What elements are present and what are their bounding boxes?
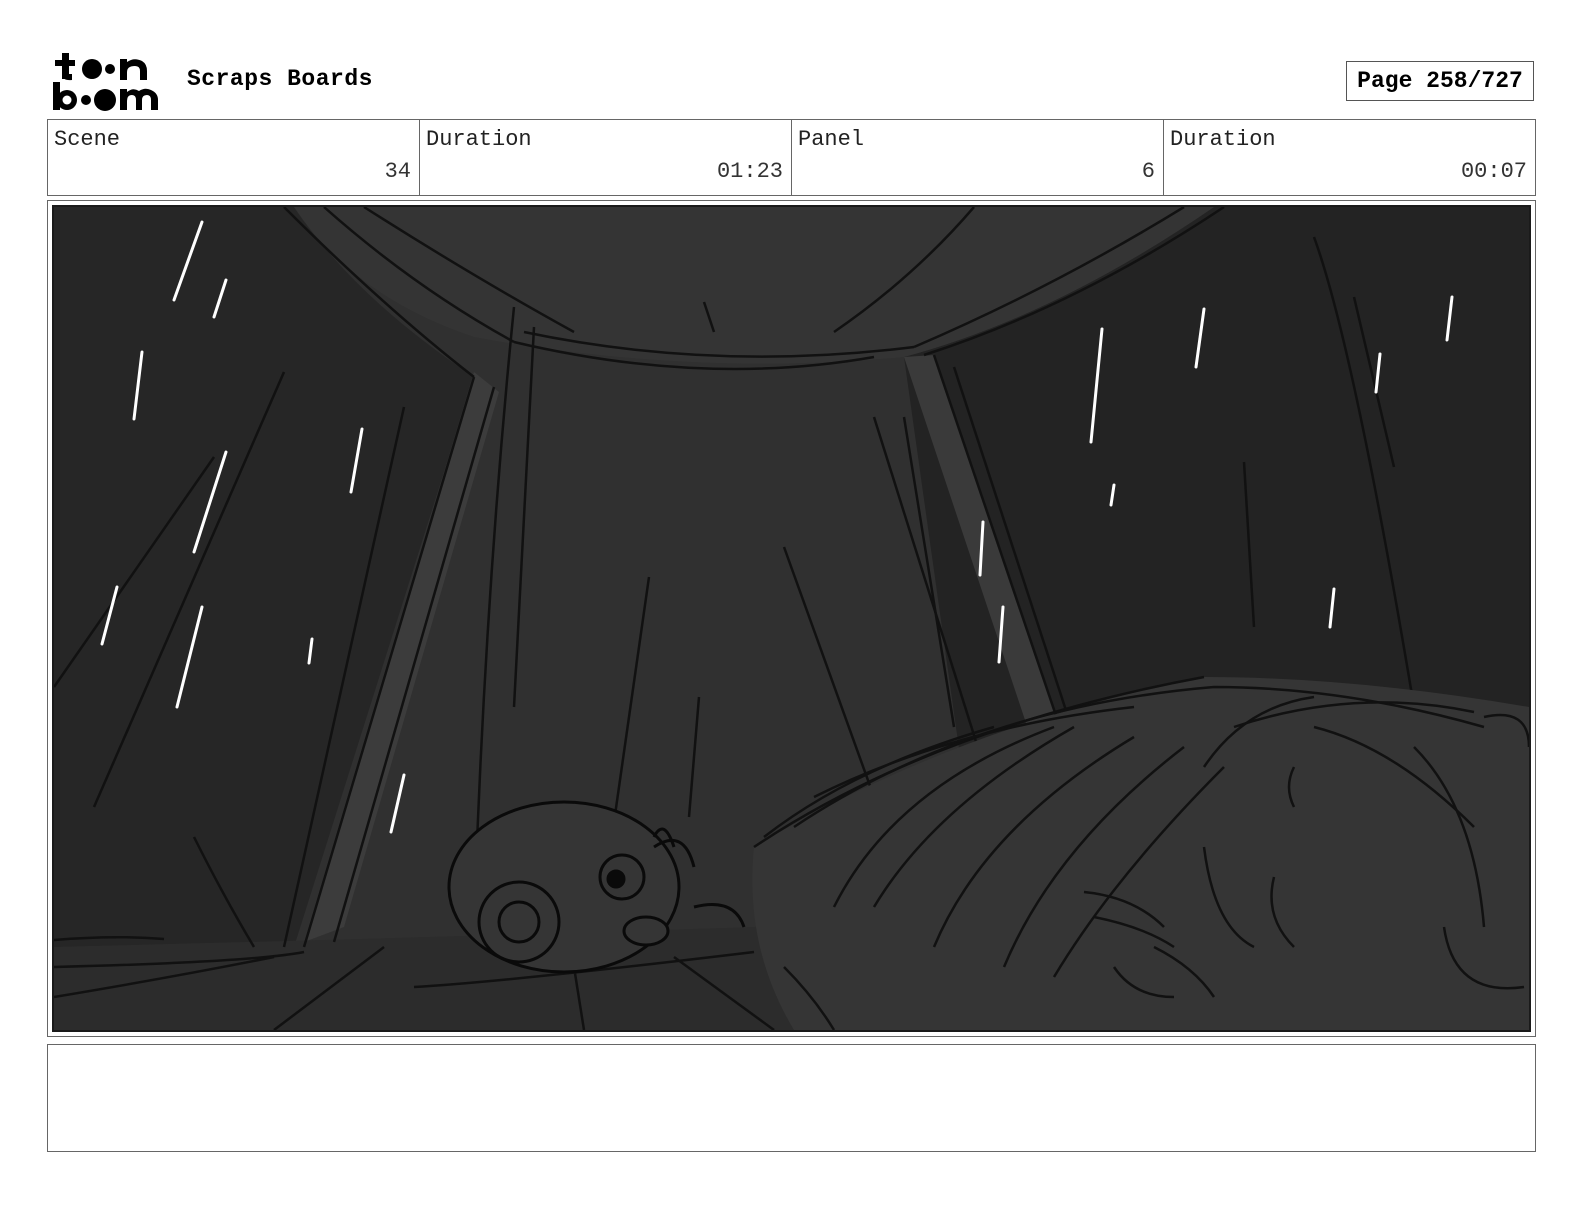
panel-duration-label: Duration — [1170, 127, 1276, 152]
scene-duration-label: Duration — [426, 127, 532, 152]
notes-box — [47, 1044, 1536, 1152]
toonboom-logo — [50, 50, 165, 114]
info-row: Scene 34 Duration 01:23 Panel 6 Duration… — [47, 119, 1536, 196]
panel-duration-cell: Duration 00:07 — [1164, 120, 1535, 195]
panel-sketch-image — [52, 205, 1531, 1032]
panel-label: Panel — [798, 127, 865, 152]
scene-duration-cell: Duration 01:23 — [420, 120, 792, 195]
panel-frame — [47, 200, 1536, 1037]
scene-duration-value: 01:23 — [716, 159, 783, 184]
storyboard-sketch — [54, 207, 1529, 1030]
scene-value: 34 — [384, 159, 411, 184]
panel-duration-value: 00:07 — [1460, 159, 1527, 184]
scene-label: Scene — [54, 127, 121, 152]
board-title: Scraps Boards — [187, 66, 373, 92]
panel-value: 6 — [1141, 159, 1155, 184]
scene-cell: Scene 34 — [48, 120, 420, 195]
page-indicator: Page 258/727 — [1346, 61, 1534, 101]
panel-cell: Panel 6 — [792, 120, 1164, 195]
